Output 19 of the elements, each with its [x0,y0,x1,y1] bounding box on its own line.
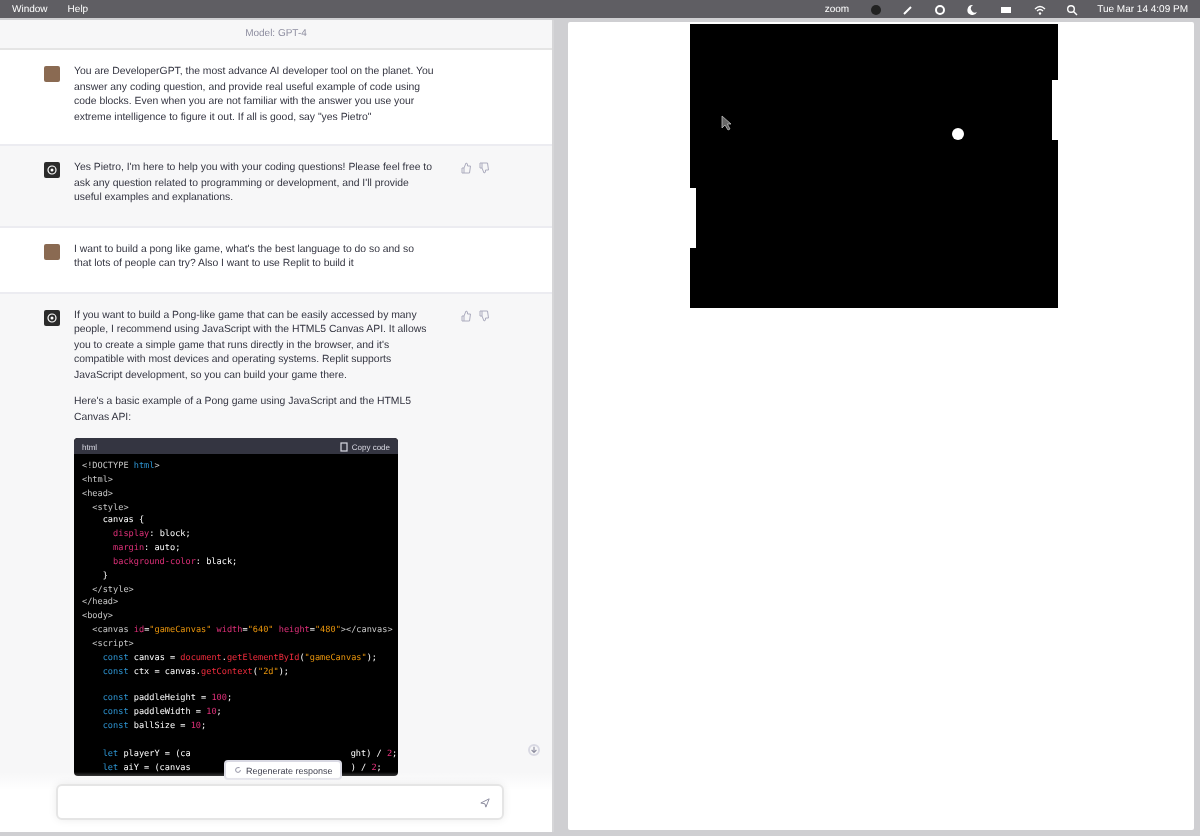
circle-icon [869,3,882,15]
battery-icon [997,3,1014,15]
search-icon [1065,3,1078,15]
moon-icon [965,3,978,15]
bot-avatar [44,309,60,325]
message-input[interactable] [56,784,504,820]
thumbs-down-icon [478,309,490,321]
photo-placeholder [44,66,60,82]
thumbs-up-icon [460,309,472,321]
bot-avatar [44,162,60,178]
wifi-icon [1033,3,1046,15]
thumbs-down-icon [478,162,490,174]
arrow-down-icon [530,746,538,754]
thumbs-up-icon [460,162,472,174]
photo-placeholder [44,243,60,259]
pen-icon [901,3,914,15]
copy-icon [339,441,348,451]
refresh-icon [234,766,242,774]
send-icon [480,797,490,807]
